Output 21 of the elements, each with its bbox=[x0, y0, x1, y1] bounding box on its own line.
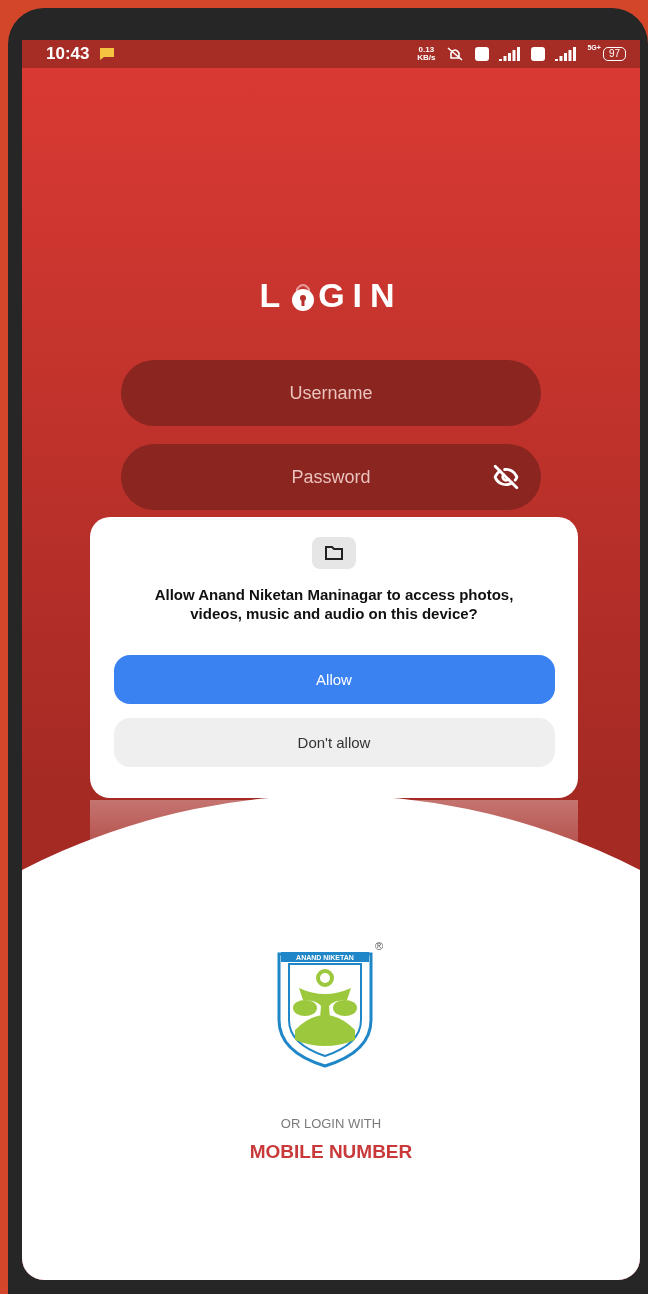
network-speed-unit: KB/s bbox=[417, 54, 436, 62]
login-title: L bbox=[259, 276, 289, 315]
allow-button[interactable]: Allow bbox=[113, 655, 555, 704]
mobile-number-link[interactable]: MOBILE NUMBER bbox=[249, 1141, 413, 1163]
folder-icon bbox=[324, 545, 344, 561]
sim-badge-icon bbox=[531, 47, 546, 61]
eye-off-icon[interactable] bbox=[493, 464, 519, 490]
status-time: 10:43 bbox=[46, 44, 90, 64]
signal-icon bbox=[499, 47, 522, 61]
permission-message: Allow Anand Niketan Maninagar to access photos, videos, music and audio on this device? bbox=[153, 585, 515, 623]
alt-login-prompt: OR LOGIN WITH bbox=[280, 1116, 382, 1131]
login-title: GIN bbox=[318, 276, 403, 315]
password-field[interactable]: Password bbox=[121, 444, 541, 510]
sim-badge-icon bbox=[475, 47, 490, 61]
message-icon bbox=[99, 47, 116, 61]
registered-mark: ® bbox=[374, 940, 384, 952]
username-field[interactable]: Username bbox=[121, 360, 541, 426]
battery-indicator: 97 bbox=[602, 47, 626, 61]
deny-button[interactable]: Don't allow bbox=[113, 718, 555, 767]
signal-icon bbox=[555, 47, 578, 61]
network-speed-value: 0.13 bbox=[418, 46, 435, 54]
